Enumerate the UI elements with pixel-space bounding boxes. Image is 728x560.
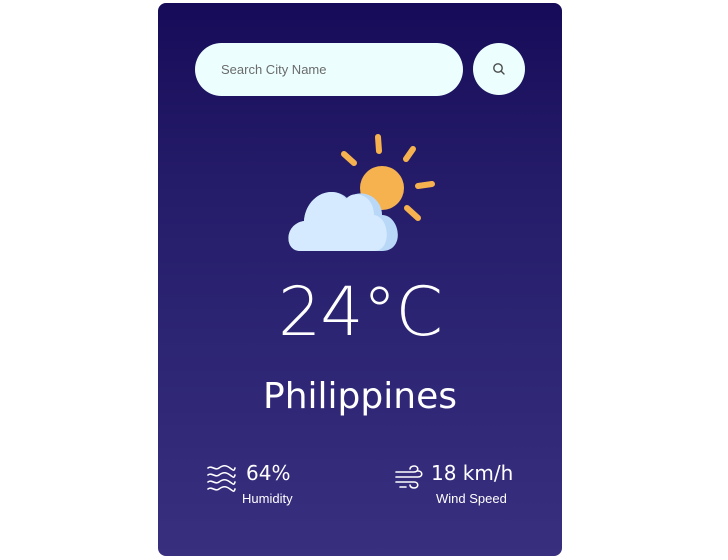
wind-label: Wind Speed bbox=[436, 491, 507, 506]
weather-card: 24°C Philippines 64% Humidity 18 km/h Wi… bbox=[158, 3, 562, 556]
humidity-waves-icon bbox=[207, 464, 236, 493]
partly-cloudy-icon bbox=[288, 134, 435, 251]
search-button[interactable] bbox=[473, 43, 525, 95]
humidity-value: 64% bbox=[246, 461, 291, 485]
wind-value: 18 km/h bbox=[431, 461, 514, 485]
wind-icon bbox=[395, 465, 423, 489]
search-icon bbox=[493, 63, 505, 75]
humidity-detail: 64% Humidity bbox=[206, 461, 356, 511]
wind-detail: 18 km/h Wind Speed bbox=[394, 461, 562, 511]
humidity-label: Humidity bbox=[242, 491, 293, 506]
city-name: Philippines bbox=[263, 376, 457, 417]
search-input[interactable] bbox=[195, 43, 463, 96]
temperature: 24°C bbox=[277, 273, 443, 352]
